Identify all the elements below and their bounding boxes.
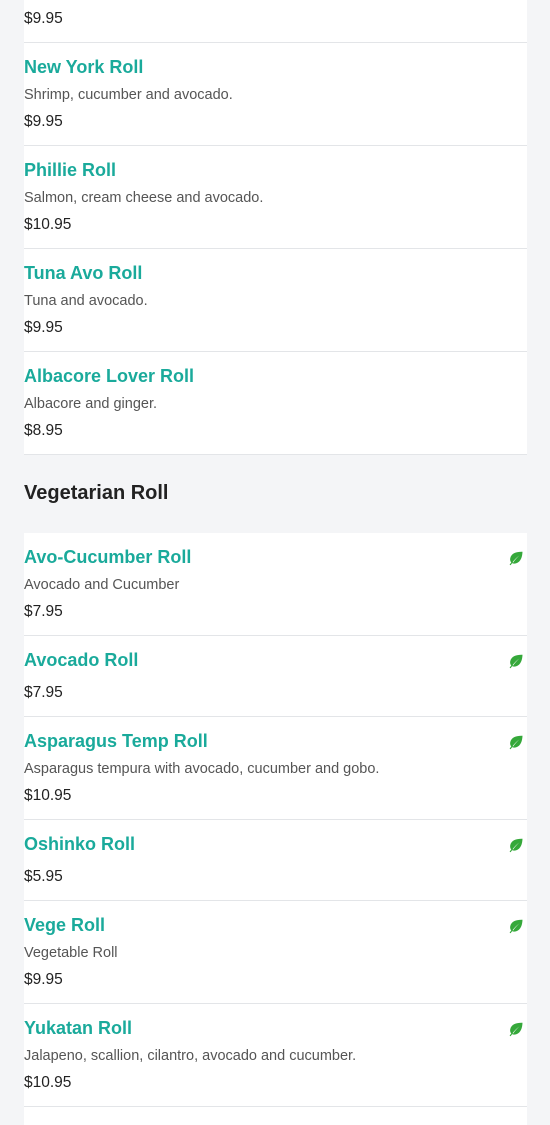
item-price: $9.95 xyxy=(24,113,63,130)
next-section-card xyxy=(24,1107,527,1125)
item-description: Albacore and ginger. xyxy=(24,396,158,412)
leaf-icon xyxy=(508,734,524,750)
item-name[interactable]: Albacore Lover Roll xyxy=(24,366,194,387)
leaf-icon xyxy=(508,837,524,853)
item-name[interactable]: Oshinko Roll xyxy=(24,834,135,855)
item-name[interactable]: Avocado Roll xyxy=(24,650,138,671)
item-price: $5.95 xyxy=(24,868,63,885)
item-description: Jalapeno, scallion, cilantro, avocado an… xyxy=(24,1048,357,1064)
vegetarian-section-card: Avo-Cucumber Roll Avocado and Cucumber $… xyxy=(24,533,527,1107)
menu-item-albacore-lover-roll[interactable]: Albacore Lover Roll Albacore and ginger.… xyxy=(24,352,527,455)
item-price: $10.95 xyxy=(24,1074,72,1091)
menu-page: $9.95 New York Roll Shrimp, cucumber and… xyxy=(0,0,550,1125)
leaf-icon xyxy=(508,653,524,669)
leaf-icon xyxy=(508,1021,524,1037)
item-price: $8.95 xyxy=(24,422,63,439)
item-name[interactable]: Tuna Avo Roll xyxy=(24,263,142,284)
menu-item-avo-cucumber-roll[interactable]: Avo-Cucumber Roll Avocado and Cucumber $… xyxy=(24,533,527,636)
menu-item-phillie-roll[interactable]: Phillie Roll Salmon, cream cheese and av… xyxy=(24,146,527,249)
section-title-vegetarian: Vegetarian Roll xyxy=(24,482,169,504)
leaf-icon xyxy=(508,550,524,566)
item-description: Vegetable Roll xyxy=(24,945,118,961)
item-description: Shrimp, cucumber and avocado. xyxy=(24,87,233,103)
item-name[interactable]: Asparagus Temp Roll xyxy=(24,731,208,752)
menu-item-vege-roll[interactable]: Vege Roll Vegetable Roll $9.95 xyxy=(24,901,527,1004)
menu-item-tuna-avo-roll[interactable]: Tuna Avo Roll Tuna and avocado. $9.95 xyxy=(24,249,527,352)
item-name[interactable]: Vege Roll xyxy=(24,915,105,936)
item-price: $9.95 xyxy=(24,971,63,988)
leaf-icon xyxy=(508,918,524,934)
item-price: $9.95 xyxy=(24,319,63,336)
menu-item-new-york-roll[interactable]: New York Roll Shrimp, cucumber and avoca… xyxy=(24,43,527,146)
item-description: Asparagus tempura with avocado, cucumber… xyxy=(24,761,380,777)
menu-item-yukatan-roll[interactable]: Yukatan Roll Jalapeno, scallion, cilantr… xyxy=(24,1004,527,1107)
item-price: $10.95 xyxy=(24,216,72,233)
menu-item-asparagus-temp-roll[interactable]: Asparagus Temp Roll Asparagus tempura wi… xyxy=(24,717,527,820)
menu-item-oshinko-roll[interactable]: Oshinko Roll $5.95 xyxy=(24,820,527,901)
item-description: Salmon, cream cheese and avocado. xyxy=(24,190,264,206)
menu-item-avocado-roll[interactable]: Avocado Roll $7.95 xyxy=(24,636,527,717)
item-price: $7.95 xyxy=(24,603,63,620)
item-price: $9.95 xyxy=(24,10,63,27)
item-price: $10.95 xyxy=(24,787,72,804)
item-name[interactable]: Yukatan Roll xyxy=(24,1018,132,1039)
item-price: $7.95 xyxy=(24,684,63,701)
item-name[interactable]: Avo-Cucumber Roll xyxy=(24,547,191,568)
menu-item[interactable]: $9.95 xyxy=(24,0,527,43)
item-name[interactable]: Phillie Roll xyxy=(24,160,116,181)
item-name[interactable]: New York Roll xyxy=(24,57,143,78)
menu-section-card: $9.95 New York Roll Shrimp, cucumber and… xyxy=(24,0,527,455)
item-description: Tuna and avocado. xyxy=(24,293,148,309)
item-description: Avocado and Cucumber xyxy=(24,577,180,593)
